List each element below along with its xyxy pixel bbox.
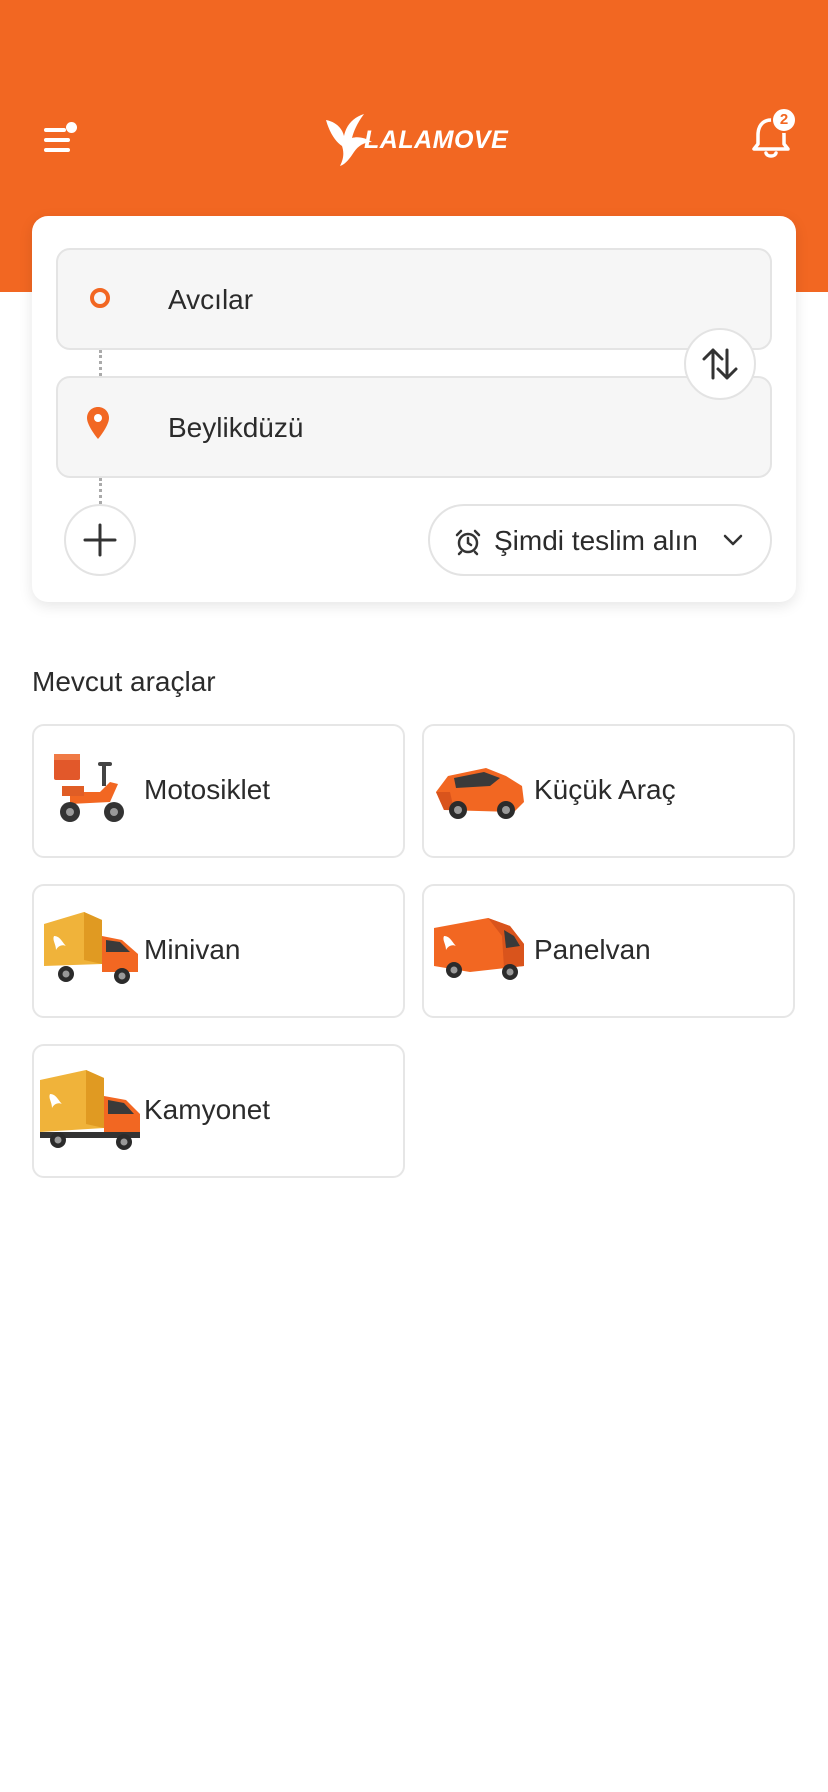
pickup-location: Avcılar	[168, 284, 254, 315]
alarm-clock-icon	[455, 529, 481, 556]
route-card: Avcılar Beylikdüzü Şimdi teslim alın	[32, 216, 796, 602]
dropoff-field[interactable]: Beylikdüzü	[56, 376, 772, 478]
available-vehicles-title: Mevcut araçlar	[32, 666, 216, 697]
route-connector	[99, 350, 102, 376]
panel-van-icon	[434, 918, 524, 980]
chevron-down-icon	[723, 534, 743, 546]
vehicle-option-small-car[interactable]: Küçük Araç	[422, 724, 795, 858]
menu-icon	[44, 128, 66, 132]
vehicle-option-truck[interactable]: Kamyonet	[32, 1044, 405, 1178]
car-icon	[436, 768, 524, 819]
vehicle-name: Küçük Araç	[534, 774, 676, 805]
brand-name: LALAMOVE	[364, 126, 509, 154]
origin-ring-icon	[90, 288, 110, 308]
vehicle-option-motorcycle[interactable]: Motosiklet	[32, 724, 405, 858]
pickup-time-label: Şimdi teslim alın	[494, 525, 698, 556]
minivan-icon	[44, 912, 138, 984]
lalamove-logo: LALAMOVE	[322, 112, 512, 168]
pickup-field[interactable]: Avcılar	[56, 248, 772, 350]
notification-badge: 2	[771, 107, 797, 133]
pickup-time-selector[interactable]: Şimdi teslim alın	[428, 504, 772, 576]
location-pin-icon	[87, 407, 109, 439]
vehicle-name: Minivan	[144, 934, 241, 965]
motorcycle-icon	[54, 754, 124, 822]
dropoff-location: Beylikdüzü	[168, 412, 304, 443]
add-stop-button[interactable]	[64, 504, 136, 576]
truck-icon	[40, 1070, 140, 1150]
vehicle-name: Motosiklet	[144, 774, 271, 805]
menu-notification-dot	[66, 122, 77, 133]
menu-icon-bar	[44, 138, 70, 142]
vehicle-name: Kamyonet	[144, 1094, 271, 1125]
swap-locations-button[interactable]	[684, 328, 756, 400]
menu-icon-bar	[44, 148, 70, 152]
vehicle-option-panel-van[interactable]: Panelvan	[422, 884, 795, 1018]
route-connector	[99, 478, 102, 504]
vehicle-option-minivan[interactable]: Minivan	[32, 884, 405, 1018]
vehicle-name: Panelvan	[534, 934, 651, 965]
menu-button[interactable]	[36, 114, 88, 166]
swap-arrows-icon	[702, 348, 738, 380]
plus-icon	[83, 523, 117, 557]
